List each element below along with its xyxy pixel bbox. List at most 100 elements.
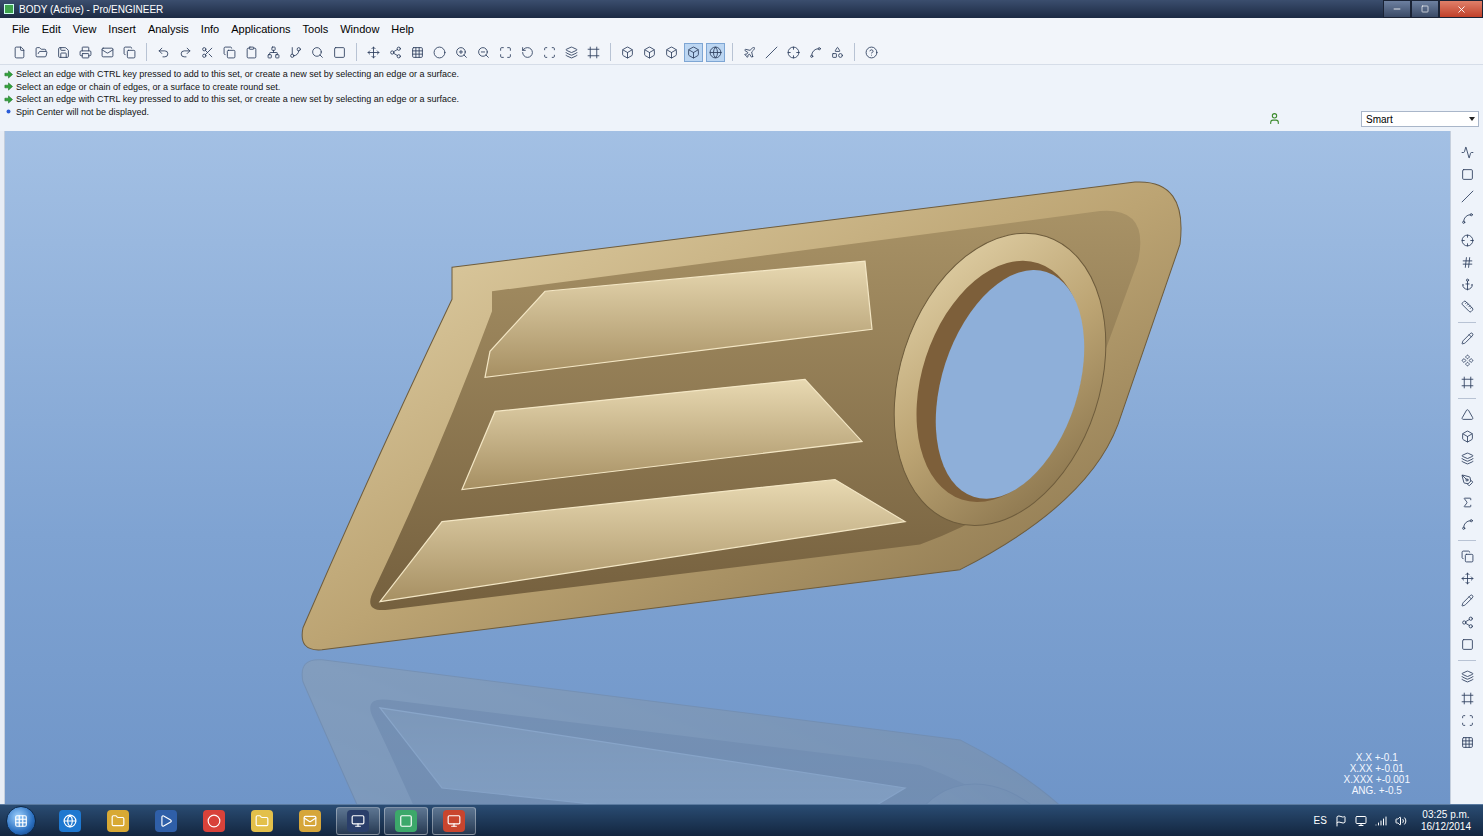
menu-item[interactable]: Window <box>334 21 385 37</box>
network-icon[interactable] <box>1355 815 1367 827</box>
toolbar-button[interactable] <box>540 43 559 62</box>
toolbar-button[interactable] <box>408 43 427 62</box>
maximize-button[interactable] <box>1411 0 1439 18</box>
menu-item[interactable]: Applications <box>225 21 296 37</box>
feature-button[interactable] <box>1458 187 1477 206</box>
toolbar-button[interactable] <box>452 43 471 62</box>
taskbar-app[interactable] <box>96 807 140 835</box>
toolbar-button[interactable] <box>98 43 117 62</box>
feature-button[interactable] <box>1458 667 1477 686</box>
signal-icon[interactable] <box>1375 815 1387 827</box>
feature-button[interactable] <box>1458 427 1477 446</box>
menu-item[interactable]: View <box>67 21 103 37</box>
toolbar-button[interactable] <box>308 43 327 62</box>
feature-button[interactable] <box>1458 297 1477 316</box>
toolbar-button[interactable] <box>120 43 139 62</box>
feature-button[interactable] <box>1458 351 1477 370</box>
toolbar-button[interactable] <box>264 43 283 62</box>
feature-icon <box>1461 190 1474 203</box>
feature-button[interactable] <box>1458 405 1477 424</box>
feature-button[interactable] <box>1458 547 1477 566</box>
toolbar-button[interactable] <box>562 43 581 62</box>
toolbar-button[interactable] <box>76 43 95 62</box>
feature-button[interactable] <box>1458 231 1477 250</box>
taskbar-app[interactable] <box>336 807 380 835</box>
feature-button[interactable] <box>1458 591 1477 610</box>
tool-icon <box>245 46 258 59</box>
toolbar-button[interactable] <box>584 43 603 62</box>
filter-dropdown[interactable]: Smart <box>1361 111 1479 127</box>
taskbar-app[interactable] <box>144 807 188 835</box>
flag-icon[interactable] <box>1335 815 1347 827</box>
menu-item[interactable]: File <box>6 21 36 37</box>
toolbar-button[interactable] <box>618 43 637 62</box>
taskbar-app[interactable] <box>48 807 92 835</box>
tool-icon <box>687 46 700 59</box>
toolbar-button[interactable] <box>784 43 803 62</box>
toolbar-button[interactable] <box>430 43 449 62</box>
toolbar-button[interactable] <box>54 43 73 62</box>
toolbar-button[interactable] <box>828 43 847 62</box>
menu-item[interactable]: Help <box>385 21 420 37</box>
start-button[interactable] <box>6 806 36 836</box>
feature-button[interactable] <box>1458 329 1477 348</box>
taskbar-app[interactable] <box>192 807 236 835</box>
toolbar-button[interactable] <box>762 43 781 62</box>
clock[interactable]: 03:25 p.m.16/12/2014 <box>1415 809 1477 833</box>
toolbar-button[interactable] <box>286 43 305 62</box>
toolbar-separator <box>854 43 855 61</box>
menu-item[interactable]: Info <box>195 21 225 37</box>
minimize-button[interactable] <box>1383 0 1411 18</box>
feature-button[interactable] <box>1458 143 1477 162</box>
feature-button[interactable] <box>1458 373 1477 392</box>
feature-button[interactable] <box>1458 493 1477 512</box>
toolbar-button[interactable] <box>862 43 881 62</box>
menu-item[interactable]: Analysis <box>142 21 195 37</box>
feature-button[interactable] <box>1458 515 1477 534</box>
toolbar-button[interactable] <box>806 43 825 62</box>
toolbar-button[interactable] <box>518 43 537 62</box>
feature-button[interactable] <box>1458 733 1477 752</box>
menu-item[interactable]: Edit <box>36 21 67 37</box>
feature-button[interactable] <box>1458 449 1477 468</box>
toolbar-button[interactable] <box>330 43 349 62</box>
toolbar-button[interactable] <box>684 43 703 62</box>
toolbar-button[interactable] <box>386 43 405 62</box>
feature-button[interactable] <box>1458 613 1477 632</box>
toolbar-button[interactable] <box>474 43 493 62</box>
feature-button[interactable] <box>1458 569 1477 588</box>
toolbar-button[interactable] <box>220 43 239 62</box>
toolbar-button[interactable] <box>364 43 383 62</box>
feature-button[interactable] <box>1458 165 1477 184</box>
feature-button[interactable] <box>1458 209 1477 228</box>
toolbar-button[interactable] <box>176 43 195 62</box>
app-glyph <box>107 810 129 832</box>
feature-button[interactable] <box>1458 635 1477 654</box>
toolbar-button[interactable] <box>198 43 217 62</box>
feature-button[interactable] <box>1458 689 1477 708</box>
volume-icon[interactable] <box>1395 815 1407 827</box>
toolbar-button[interactable] <box>32 43 51 62</box>
feature-button[interactable] <box>1458 711 1477 730</box>
toolbar-button[interactable] <box>706 43 725 62</box>
toolbar-button[interactable] <box>10 43 29 62</box>
toolbar-button[interactable] <box>154 43 173 62</box>
graphics-viewport[interactable]: X.X +-0.1X.XX +-0.01X.XXX +-0.001ANG. +-… <box>5 131 1450 804</box>
taskbar-app[interactable] <box>288 807 332 835</box>
toolbar-button[interactable] <box>496 43 515 62</box>
fog-lamp-bezel-model[interactable] <box>302 182 1181 650</box>
taskbar-app[interactable] <box>432 807 476 835</box>
toolbar-button[interactable] <box>242 43 261 62</box>
toolbar-button[interactable] <box>662 43 681 62</box>
taskbar-app[interactable] <box>384 807 428 835</box>
menu-item[interactable]: Tools <box>297 21 335 37</box>
taskbar-app[interactable] <box>240 807 284 835</box>
toolbar-button[interactable] <box>740 43 759 62</box>
feature-button[interactable] <box>1458 471 1477 490</box>
feature-button[interactable] <box>1458 253 1477 272</box>
toolbar-button[interactable] <box>640 43 659 62</box>
feature-button[interactable] <box>1458 275 1477 294</box>
close-button[interactable] <box>1439 0 1483 18</box>
language-indicator[interactable]: ES <box>1314 815 1327 826</box>
menu-item[interactable]: Insert <box>102 21 142 37</box>
